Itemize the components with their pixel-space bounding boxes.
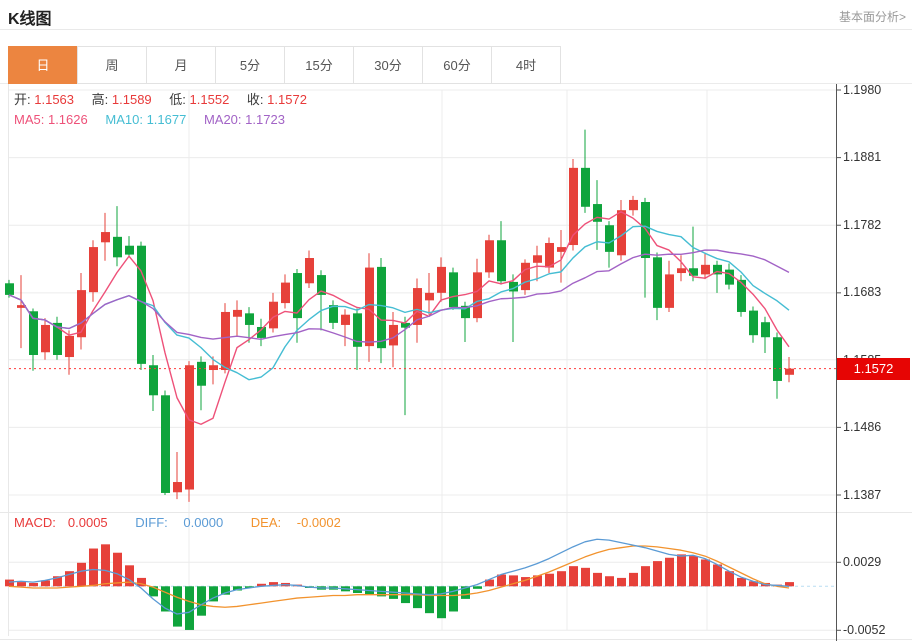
- header: K线图 基本面分析>: [0, 0, 912, 30]
- ohlc-readout: 开: 1.1563 高: 1.1589 低: 1.1552 收: 1.1572 …: [14, 90, 321, 130]
- high-value: 1.1589: [112, 92, 152, 107]
- macd-value: MACD:0.0005: [14, 515, 120, 530]
- period-tab-bar: 日 周 月 5分 15分 30分 60分 4时: [0, 46, 912, 84]
- y-axis-tick: 1.1683: [843, 284, 881, 300]
- ohlc-row: 开: 1.1563 高: 1.1589 低: 1.1552 收: 1.1572: [14, 90, 321, 110]
- tab-5min[interactable]: 5分: [215, 46, 285, 84]
- y-axis-tick: 1.1881: [843, 149, 881, 165]
- open-label: 开:: [14, 92, 31, 107]
- tab-month[interactable]: 月: [146, 46, 216, 84]
- tab-15min[interactable]: 15分: [284, 46, 354, 84]
- fundamental-analysis-link[interactable]: 基本面分析>: [839, 8, 906, 25]
- y-axis-tick: 1.1782: [843, 217, 881, 233]
- low-label: 低:: [169, 92, 186, 107]
- close-value: 1.1572: [267, 92, 307, 107]
- page-title: K线图: [8, 5, 52, 29]
- y-axis-tick: 1.1486: [843, 419, 881, 435]
- high-label: 高:: [92, 92, 109, 107]
- ma-row: MA5: 1.1626 MA10: 1.1677 MA20: 1.1723: [14, 110, 321, 130]
- tab-60min[interactable]: 60分: [422, 46, 492, 84]
- ma5-label: MA5:: [14, 112, 44, 127]
- diff-value: DIFF: 0.0000: [135, 515, 235, 530]
- ma10-value: 1.1677: [147, 112, 187, 127]
- close-label: 收:: [247, 92, 264, 107]
- tab-30min[interactable]: 30分: [353, 46, 423, 84]
- kline-page: K线图 基本面分析> 日 周 月 5分 15分 30分 60分 4时 开: 1.…: [0, 0, 912, 641]
- kline-chart-canvas[interactable]: [0, 84, 912, 641]
- chart-region: 开: 1.1563 高: 1.1589 低: 1.1552 收: 1.1572 …: [0, 84, 912, 641]
- open-value: 1.1563: [34, 92, 74, 107]
- tab-day[interactable]: 日: [8, 46, 78, 84]
- macd-readout: MACD:0.0005 DIFF: 0.0000 DEA: -0.0002: [14, 514, 365, 532]
- ma5-value: 1.1626: [48, 112, 88, 127]
- current-price-tag: 1.1572: [837, 358, 910, 380]
- ma20-value: 1.1723: [245, 112, 285, 127]
- ma10-label: MA10:: [105, 112, 143, 127]
- period-tabs: 日 周 月 5分 15分 30分 60分 4时: [8, 46, 561, 84]
- macd-axis-tick: -0.0052: [843, 622, 885, 638]
- low-value: 1.1552: [190, 92, 230, 107]
- y-axis-tick: 1.1387: [843, 487, 881, 503]
- y-axis-tick: 1.1980: [843, 82, 881, 98]
- ma20-label: MA20:: [204, 112, 242, 127]
- macd-axis-tick: 0.0029: [843, 554, 881, 570]
- tab-week[interactable]: 周: [77, 46, 147, 84]
- tab-4hour[interactable]: 4时: [491, 46, 561, 84]
- dea-value: DEA: -0.0002: [251, 515, 353, 530]
